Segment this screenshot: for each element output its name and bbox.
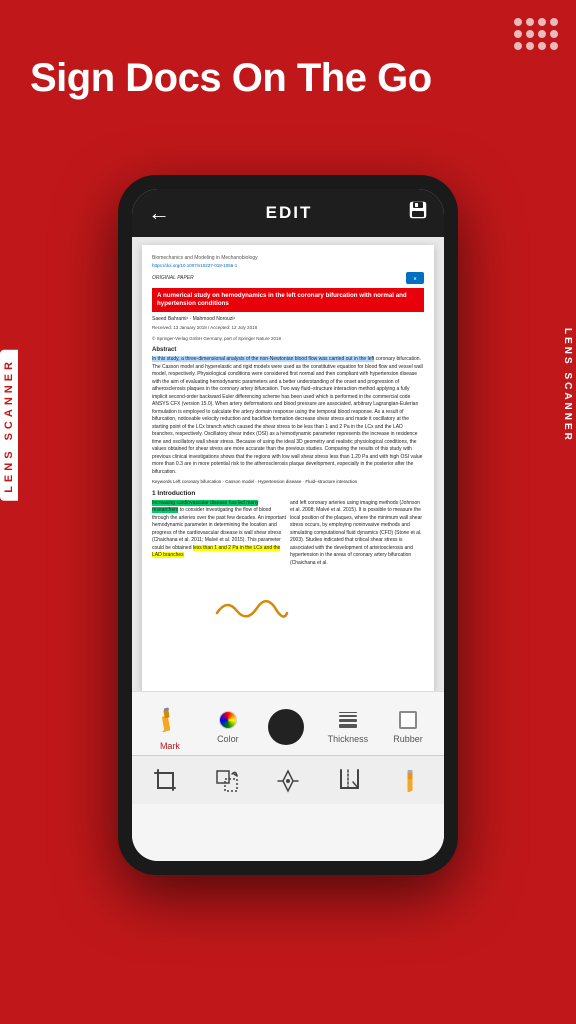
hero-title: Sign Docs On The Go <box>30 55 432 101</box>
document-page: Biomechanics and Modeling in Mechanobiol… <box>142 245 434 691</box>
crop-button[interactable] <box>147 762 185 800</box>
original-paper-header: ORIGINAL PAPER ✕ <box>152 272 424 284</box>
intro-right-col: and left coronary arteries using imaging… <box>290 500 424 568</box>
save-button[interactable] <box>408 200 428 226</box>
rubber-tool[interactable]: Rubber <box>392 709 424 744</box>
phone-mockup: ← EDIT Biomechanics and Modeling in Mech… <box>118 175 458 875</box>
abstract-title: Abstract <box>152 346 424 354</box>
back-button[interactable]: ← <box>148 200 170 226</box>
section1-title: 1 Introduction <box>152 489 424 498</box>
publisher-info: © Springer-Verlag GmbH Germany, part of … <box>152 336 424 342</box>
cut-button[interactable] <box>330 762 368 800</box>
rubber-icon <box>392 709 424 731</box>
document-area: Biomechanics and Modeling in Mechanobiol… <box>132 237 444 691</box>
color-icon <box>212 709 244 731</box>
signature-squiggle <box>212 593 292 623</box>
color-label: Color <box>217 734 239 744</box>
mark-icon <box>152 702 188 738</box>
mark-tool[interactable]: Mark <box>152 702 188 751</box>
intro-left-col: Increasing cardiovascular disease has le… <box>152 500 286 568</box>
tool-icons-row: Mark Color <box>132 692 444 755</box>
side-label-left: LENS SCANNER <box>0 350 18 501</box>
abstract-body: In this study, a three-dimensional analy… <box>152 356 424 476</box>
mark-label: Mark <box>160 741 180 751</box>
received-date: Received: 13 January 2018 / Accepted: 12… <box>152 325 424 331</box>
thickness-icon <box>332 709 364 731</box>
doc-doi: https://doi.org/10.1007/s10237-018-1056-… <box>152 263 424 269</box>
crossmark-logo: ✕ <box>406 272 424 284</box>
journal-title: Biomechanics and Modeling in Mechanobiol… <box>152 255 424 262</box>
phone-topbar: ← EDIT <box>132 189 444 237</box>
thickness-tool[interactable]: Thickness <box>328 709 369 744</box>
rubber-label: Rubber <box>393 734 423 744</box>
rotate-button[interactable] <box>208 762 246 800</box>
keywords: Keywords Left coronary bifurcation · Cas… <box>152 479 424 485</box>
bottom-action-row <box>132 755 444 804</box>
bottom-toolbar: Mark Color <box>132 691 444 861</box>
phone-shell: ← EDIT Biomechanics and Modeling in Mech… <box>118 175 458 875</box>
pen-button[interactable] <box>269 762 307 800</box>
thickness-label: Thickness <box>328 734 369 744</box>
color-tool[interactable]: Color <box>212 709 244 744</box>
pencil-button[interactable] <box>391 762 429 800</box>
side-label-right: LENS SCANNER <box>559 320 576 451</box>
introduction-columns: Increasing cardiovascular disease has le… <box>152 500 424 568</box>
color-circle-icon <box>268 709 304 745</box>
abstract-highlight: In this study, a three-dimensional analy… <box>152 356 374 362</box>
paper-title: A numerical study on hemodynamics in the… <box>152 288 424 312</box>
phone-screen: ← EDIT Biomechanics and Modeling in Mech… <box>132 189 444 861</box>
authors: Saeed Bahrami¹ · Mahmood Norouzi¹ <box>152 316 424 323</box>
topbar-title: EDIT <box>266 203 313 223</box>
active-color-circle[interactable] <box>268 709 304 745</box>
original-paper-label: ORIGINAL PAPER <box>152 275 194 282</box>
grid-dots-decoration <box>514 18 558 50</box>
